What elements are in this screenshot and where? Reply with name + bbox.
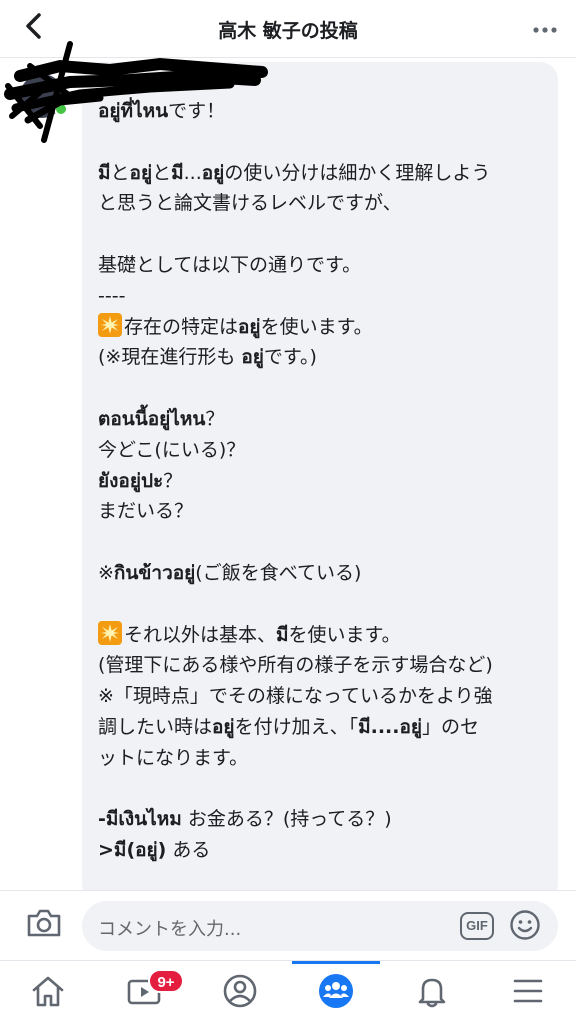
comment-thai-word: อยู่ <box>129 161 153 184</box>
comment-text-segment: 」のセ <box>422 715 480 738</box>
comment-thai-word: อยู่ <box>238 315 261 338</box>
comment-composer: コメントを入力... GIF <box>0 890 576 960</box>
comment-thai-word: มี....อยู่ <box>358 715 423 738</box>
home-icon <box>30 974 66 1012</box>
comment-line: と思うと論文書けるレベルですが、 <box>98 188 542 219</box>
comment-text-segment: 調したい時は <box>98 715 213 738</box>
bottom-navigation: 9+ <box>0 960 576 1023</box>
comment-text-segment: です。) <box>263 346 317 369</box>
comment-text-segment: ットになります。 <box>98 746 249 769</box>
comment-line: -มีเงินไหม お金ある？(持ってる？) <box>98 804 542 835</box>
comment-text-segment: まだいる？ <box>98 500 194 523</box>
comment-line: (管理下にある様や所有の様子を示す場合など) <box>98 650 542 681</box>
comment-text-segment: ？ <box>163 469 183 492</box>
tab-menu[interactable] <box>504 971 552 1015</box>
camera-button[interactable] <box>24 907 64 943</box>
menu-icon <box>512 977 544 1009</box>
comment-thai-word: มี <box>171 161 184 184</box>
gif-button[interactable]: GIF <box>460 912 494 940</box>
comment-text-segment: ---- <box>98 284 126 307</box>
comment-text-segment: と <box>152 161 172 184</box>
comment-thai-word: กินข้าวอยู่ <box>113 561 196 584</box>
notification-badge: 9+ <box>148 969 184 993</box>
comment-thai-word: ตอนนี้อยู่ไหน <box>98 407 206 430</box>
comment-line: ットになります。 <box>98 743 542 774</box>
comment-text-segment: ある <box>166 839 211 862</box>
comment-text-segment: と思うと論文書けるレベルですが、 <box>98 192 402 215</box>
groups-icon <box>318 973 354 1013</box>
comment-text-segment: それ以外は基本、 <box>124 623 277 646</box>
comment-thai-word: อยู่ <box>241 346 264 369</box>
more-horizontal-icon <box>532 19 558 38</box>
comment-line <box>98 219 542 250</box>
comment-thai-word: มี <box>98 161 111 184</box>
comment-line <box>98 589 542 620</box>
comment-text-segment: (管理下にある様や所有の様子を示す場合など) <box>98 654 493 677</box>
comment-line: 今どこ(にいる)？ <box>98 435 542 466</box>
smiley-icon <box>509 909 541 945</box>
comment-line <box>98 373 542 404</box>
comment-line <box>98 774 542 805</box>
comment-text-segment: 存在の特定は <box>124 315 239 338</box>
comment-text-segment: を使います。 <box>260 315 373 338</box>
comment-text-segment: お金ある？(持ってる？) <box>181 808 392 831</box>
comment-text-segment: と <box>110 161 130 184</box>
comment-text: อยู่ที่ไหนです！ มีとอยู่とมี...อยู่の使い分けは細かく理… <box>98 96 542 866</box>
comment-line: 調したい時はอยู่を付け加え、「มี....อยู่」のセ <box>98 712 542 743</box>
comment-line: (※現在進行形も อยู่です。) <box>98 342 542 373</box>
comment-line: 存在の特定はอยู่を使います。 <box>98 312 542 343</box>
comment-placeholder: コメントを入力... <box>98 919 242 940</box>
comment-line: ตอนนี้อยู่ไหน？ <box>98 404 542 435</box>
comment-line: ยังอยู่ปะ？ <box>98 466 542 497</box>
redaction-scribble <box>4 41 268 143</box>
more-options-button[interactable] <box>528 12 562 44</box>
comment-text-segment: を付け加え、「 <box>234 715 359 738</box>
comment-text-segment: 今どこ(にいる)？ <box>98 438 246 461</box>
comment-text-segment: を使います。 <box>288 623 401 646</box>
sparkle-emoji-icon <box>98 312 122 337</box>
camera-icon <box>25 907 63 943</box>
comment-text-segment: 基礎としては以下の通りです。 <box>98 253 362 276</box>
tab-profile[interactable] <box>216 971 264 1015</box>
comment-text-segment: ※「現時点」でその様になっているかをより強 <box>98 685 493 708</box>
sparkle-emoji-icon <box>98 620 122 645</box>
comment-input[interactable]: コメントを入力... GIF <box>82 901 558 951</box>
comment-line: まだいる？ <box>98 496 542 527</box>
comment-line: ※กินข้าวอยู่(ご飯を食べている) <box>98 558 542 589</box>
comment-line: >มี(อยู่) ある <box>98 835 542 866</box>
comment-thai-word: มี <box>276 623 289 646</box>
comment-line <box>98 527 542 558</box>
tab-home[interactable] <box>24 971 72 1015</box>
comment-line: ---- <box>98 281 542 312</box>
comment-line: มีとอยู่とมี...อยู่の使い分けは細かく理解しよう <box>98 158 542 189</box>
comment-thai-word: ยังอยู่ปะ <box>98 469 164 492</box>
comment-text-segment: (※現在進行形も <box>98 346 242 369</box>
tab-groups[interactable] <box>312 971 360 1015</box>
comment-text-segment: ？ <box>205 407 225 430</box>
comment-line: 基礎としては以下の通りです。 <box>98 250 542 281</box>
comment-text-segment: の使い分けは細かく理解しよう <box>224 161 491 184</box>
emoji-button[interactable] <box>508 910 542 944</box>
comment-thai-word: อยู่ <box>201 161 225 184</box>
tab-notifications[interactable] <box>408 971 456 1015</box>
comment-text-segment: ※ <box>98 561 114 584</box>
profile-icon <box>222 973 258 1013</box>
comment-text-segment: (ご飯を食べている) <box>195 561 362 584</box>
comment-thai-word: อยู่ <box>212 715 235 738</box>
active-tab-indicator <box>292 961 380 964</box>
comment-text-segment: ... <box>183 161 202 184</box>
comment-thai-word: >มี(อยู่) <box>98 839 167 862</box>
comment-line: ※「現時点」でその様になっているかをより強 <box>98 681 542 712</box>
bell-icon <box>415 973 449 1013</box>
comment-line: それ以外は基本、มีを使います。 <box>98 620 542 651</box>
comment-thai-word: -มีเงินไหม <box>98 808 182 831</box>
